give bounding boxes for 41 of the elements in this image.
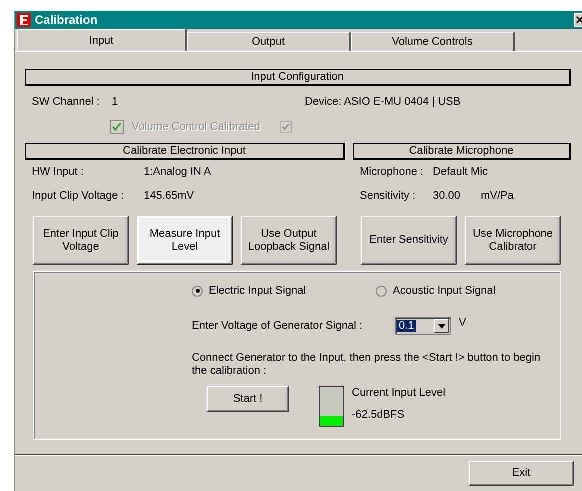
- unit-label: V: [459, 317, 466, 329]
- close-icon[interactable]: [574, 13, 582, 27]
- action-button[interactable]: Enter Sensitivity: [361, 216, 457, 265]
- action-button[interactable]: Enter Input Clip Voltage: [33, 216, 129, 265]
- section-header: Input Configuration: [25, 69, 571, 86]
- field-value: 1:Analog IN A: [144, 166, 212, 178]
- section-header: Calibrate Microphone: [353, 143, 571, 160]
- tab[interactable]: Output: [187, 32, 351, 51]
- device-text: Device: ASIO E-MU 0404 | USB: [305, 96, 461, 108]
- exit-button[interactable]: Exit: [469, 460, 574, 486]
- tab[interactable]: Input: [17, 29, 187, 51]
- field-value: 145.65mV: [144, 190, 194, 202]
- caret-icon: [438, 324, 446, 328]
- meter-title: Current Input Level: [352, 387, 446, 399]
- checkbox-label: Volume Control Calibrated: [132, 121, 260, 133]
- tab[interactable]: Volume Controls: [351, 32, 515, 51]
- window-title: Calibration: [35, 13, 99, 27]
- action-button[interactable]: Measure Input Level: [137, 216, 233, 265]
- field-label: Enter Voltage of Generator Signal :: [192, 320, 364, 332]
- instruction-text: Connect Generator to the Input, then press the <Start !> button to begin the calibration :: [192, 352, 542, 378]
- field-label: Microphone :: [360, 166, 425, 178]
- radio-label: Electric Input Signal: [209, 285, 306, 297]
- field-label: SW Channel :: [32, 96, 101, 108]
- field-value: 1: [112, 96, 120, 108]
- radio-label: Acoustic Input Signal: [393, 285, 496, 297]
- app-logo-icon: [17, 13, 31, 27]
- radio-button[interactable]: [192, 286, 203, 296]
- radio-button[interactable]: [376, 286, 387, 296]
- unit-label: mV/Pa: [481, 190, 514, 202]
- section-header: Calibrate Electronic Input: [25, 143, 345, 160]
- field-value: 30.00: [433, 190, 462, 202]
- start-button[interactable]: Start !: [207, 386, 289, 412]
- meter-reading: -62.5dBFS: [352, 409, 406, 421]
- action-button[interactable]: Use Output Loopback Signal: [241, 216, 337, 265]
- action-button[interactable]: Use Microphone Calibrator: [465, 216, 561, 265]
- field-label: Input Clip Voltage :: [32, 190, 126, 202]
- field-label: Sensitivity :: [360, 190, 417, 202]
- field-value: Default Mic: [433, 166, 488, 178]
- checkbox[interactable]: [110, 120, 124, 134]
- voltage-dropdown[interactable]: 0.1: [395, 317, 451, 335]
- field-label: HW Input :: [32, 166, 85, 178]
